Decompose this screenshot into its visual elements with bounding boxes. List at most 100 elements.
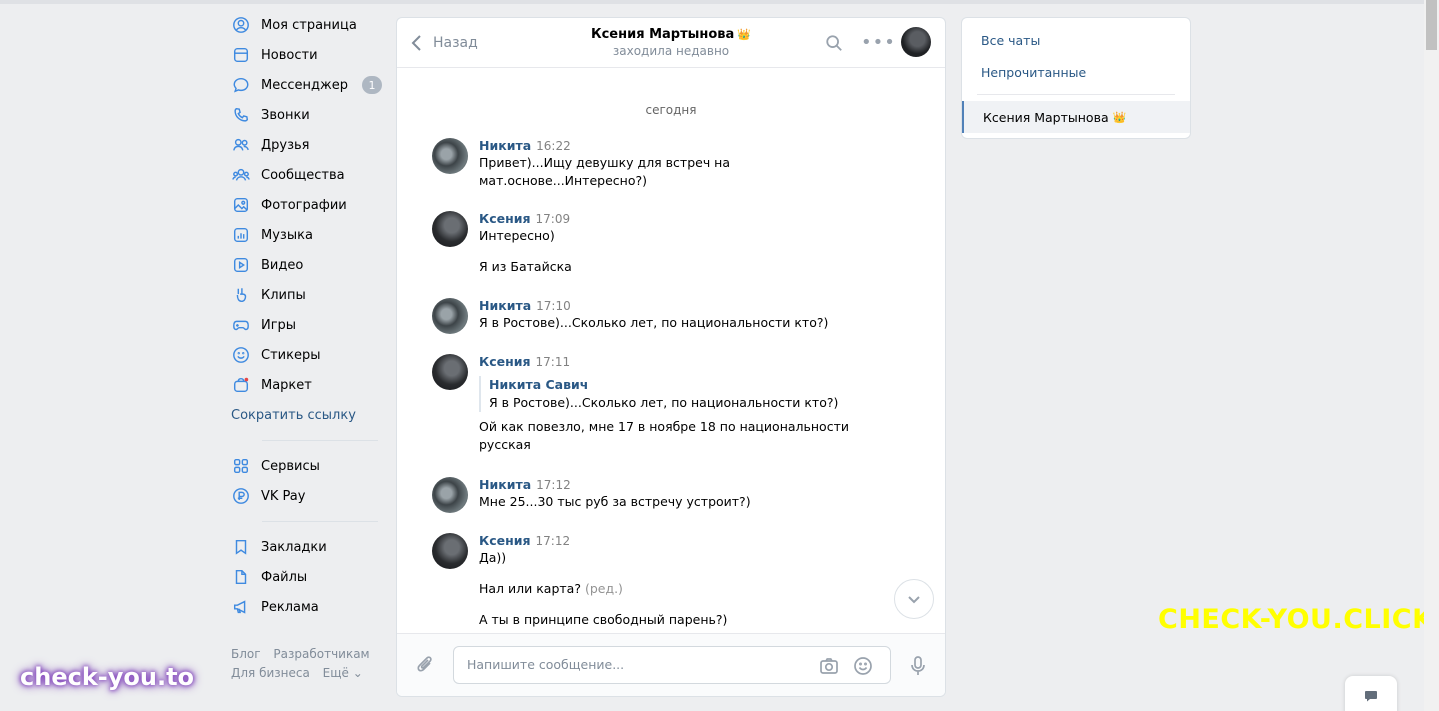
message-text: Ой как повезло, мне 17 в ноябре 18 по на… — [479, 419, 849, 434]
avatar[interactable] — [432, 138, 468, 174]
microphone-icon[interactable] — [910, 655, 926, 681]
panel-divider — [977, 94, 1175, 95]
nav-games[interactable]: Игры — [222, 310, 382, 340]
message-author[interactable]: Никита — [479, 477, 531, 492]
peer-avatar[interactable] — [901, 27, 931, 57]
nav-messenger[interactable]: Мессенджер 1 — [222, 70, 382, 100]
avatar[interactable] — [432, 354, 468, 390]
crown-icon: 👑 — [737, 28, 752, 41]
attach-icon[interactable] — [415, 654, 435, 680]
nav-label: Новости — [261, 47, 318, 63]
message: Ксения 17:11 Никита Савич Я в Ростове)...… — [432, 354, 852, 454]
file-icon — [232, 568, 250, 586]
message-text-edited: Нал или карта? (ред.) — [479, 580, 852, 598]
shorten-link[interactable]: Сократить ссылку — [222, 400, 382, 430]
message-time[interactable]: 17:09 — [536, 212, 571, 226]
nav-video[interactable]: Видео — [222, 250, 382, 280]
nav-news[interactable]: Новости — [222, 40, 382, 70]
footer-links: Блог Разработчикам Для бизнеса Ещё ⌄ — [231, 645, 379, 683]
vkpay-icon — [232, 487, 250, 505]
chat-bubble-button[interactable] — [1345, 676, 1397, 711]
message-author[interactable]: Никита — [479, 298, 531, 313]
nav-label: Моя страница — [261, 17, 357, 33]
active-chat-item[interactable]: Ксения Мартынова 👑 — [962, 101, 1190, 133]
message-author[interactable]: Ксения — [479, 211, 531, 226]
video-icon — [232, 256, 250, 274]
services-icon — [232, 457, 250, 475]
crown-icon: 👑 — [1112, 110, 1127, 124]
nav-communities[interactable]: Сообщества — [222, 160, 382, 190]
nav-label: Закладки — [261, 539, 327, 555]
message-author[interactable]: Ксения — [479, 533, 531, 548]
nav-market[interactable]: Маркет — [222, 370, 382, 400]
scrollbar-thumb[interactable] — [1426, 0, 1437, 50]
search-icon[interactable] — [825, 34, 843, 56]
nav-music[interactable]: Музыка — [222, 220, 382, 250]
chevron-down-icon — [908, 596, 920, 604]
camera-icon[interactable] — [819, 656, 839, 680]
nav-photos[interactable]: Фотографии — [222, 190, 382, 220]
nav-label: Сообщества — [261, 167, 345, 183]
nav-vkpay[interactable]: VK Pay — [222, 481, 382, 511]
message-text: Привет)...Ищу девушку для встреч на — [479, 155, 731, 170]
nav-ads[interactable]: Реклама — [222, 592, 382, 622]
megaphone-icon — [232, 598, 250, 616]
nav-calls[interactable]: Звонки — [222, 100, 382, 130]
message-input-box[interactable] — [453, 646, 891, 684]
message: Ксения 17:12 Да)) Нал или карта? (ред.) А… — [432, 533, 852, 629]
message-text: Да)) — [479, 550, 507, 565]
edited-mark: (ред.) — [584, 581, 623, 596]
footer-more-link[interactable]: Ещё ⌄ — [323, 666, 363, 680]
message-author[interactable]: Ксения — [479, 354, 531, 369]
message-time[interactable]: 17:12 — [536, 534, 571, 548]
footer-blog-link[interactable]: Блог — [231, 647, 261, 661]
message: Никита 17:10 Я в Ростове)...Сколько лет, … — [432, 298, 852, 334]
message-author[interactable]: Никита — [479, 138, 531, 153]
top-strip — [0, 0, 1424, 4]
smile-icon — [232, 346, 250, 364]
nav-clips[interactable]: Клипы — [222, 280, 382, 310]
reply-author: Никита Савич — [489, 377, 589, 392]
composer — [397, 633, 945, 696]
scroll-down-button[interactable] — [894, 579, 934, 619]
avatar[interactable] — [432, 533, 468, 569]
message: Ксения 17:09 Интересно) Я из Батайска — [432, 211, 852, 276]
nav-label: Мессенджер — [261, 77, 348, 93]
photo-icon — [232, 196, 250, 214]
message-text: Нал или карта? — [479, 581, 581, 596]
nav-divider — [262, 521, 378, 522]
avatar[interactable] — [432, 477, 468, 513]
nav-my-page[interactable]: Моя страница — [222, 10, 382, 40]
message-time[interactable]: 17:11 — [536, 355, 571, 369]
footer-developers-link[interactable]: Разработчикам — [273, 647, 369, 661]
all-chats-link[interactable]: Все чаты — [962, 24, 1190, 56]
footer-business-link[interactable]: Для бизнеса — [231, 666, 310, 680]
nav-bookmarks[interactable]: Закладки — [222, 532, 382, 562]
nav-friends[interactable]: Друзья — [222, 130, 382, 160]
reply-quote[interactable]: Никита Савич Я в Ростове)...Сколько лет,… — [479, 376, 852, 412]
watermark-left: check-you.to — [20, 663, 195, 691]
message-time[interactable]: 17:12 — [536, 478, 571, 492]
emoji-icon[interactable] — [853, 656, 873, 680]
message-time[interactable]: 17:10 — [536, 299, 571, 313]
avatar[interactable] — [432, 211, 468, 247]
avatar[interactable] — [432, 298, 468, 334]
user-circle-icon — [232, 16, 250, 34]
nav-divider — [262, 440, 378, 441]
active-chat-name: Ксения Мартынова — [983, 109, 1109, 125]
more-icon[interactable]: ••• — [861, 32, 896, 53]
chat-bubble-icon — [1365, 691, 1377, 702]
nav-files[interactable]: Файлы — [222, 562, 382, 592]
message-time[interactable]: 16:22 — [536, 139, 571, 153]
phone-icon — [232, 106, 250, 124]
chat-panel: Назад Ксения Мартынова 👑 заходила недавно… — [396, 17, 946, 697]
message-input[interactable] — [467, 657, 797, 672]
chat-filter-panel: Все чаты Непрочитанные Ксения Мартынова 👑 — [961, 17, 1191, 139]
message-history[interactable]: сегодня Никита 16:22 Привет)...Ищу девушк… — [397, 69, 945, 635]
unread-link[interactable]: Непрочитанные — [962, 56, 1190, 88]
nav-services[interactable]: Сервисы — [222, 451, 382, 481]
nav-label: Игры — [261, 317, 297, 333]
nav-stickers[interactable]: Стикеры — [222, 340, 382, 370]
page-scrollbar[interactable] — [1424, 0, 1439, 711]
nav-label: Друзья — [261, 137, 310, 153]
